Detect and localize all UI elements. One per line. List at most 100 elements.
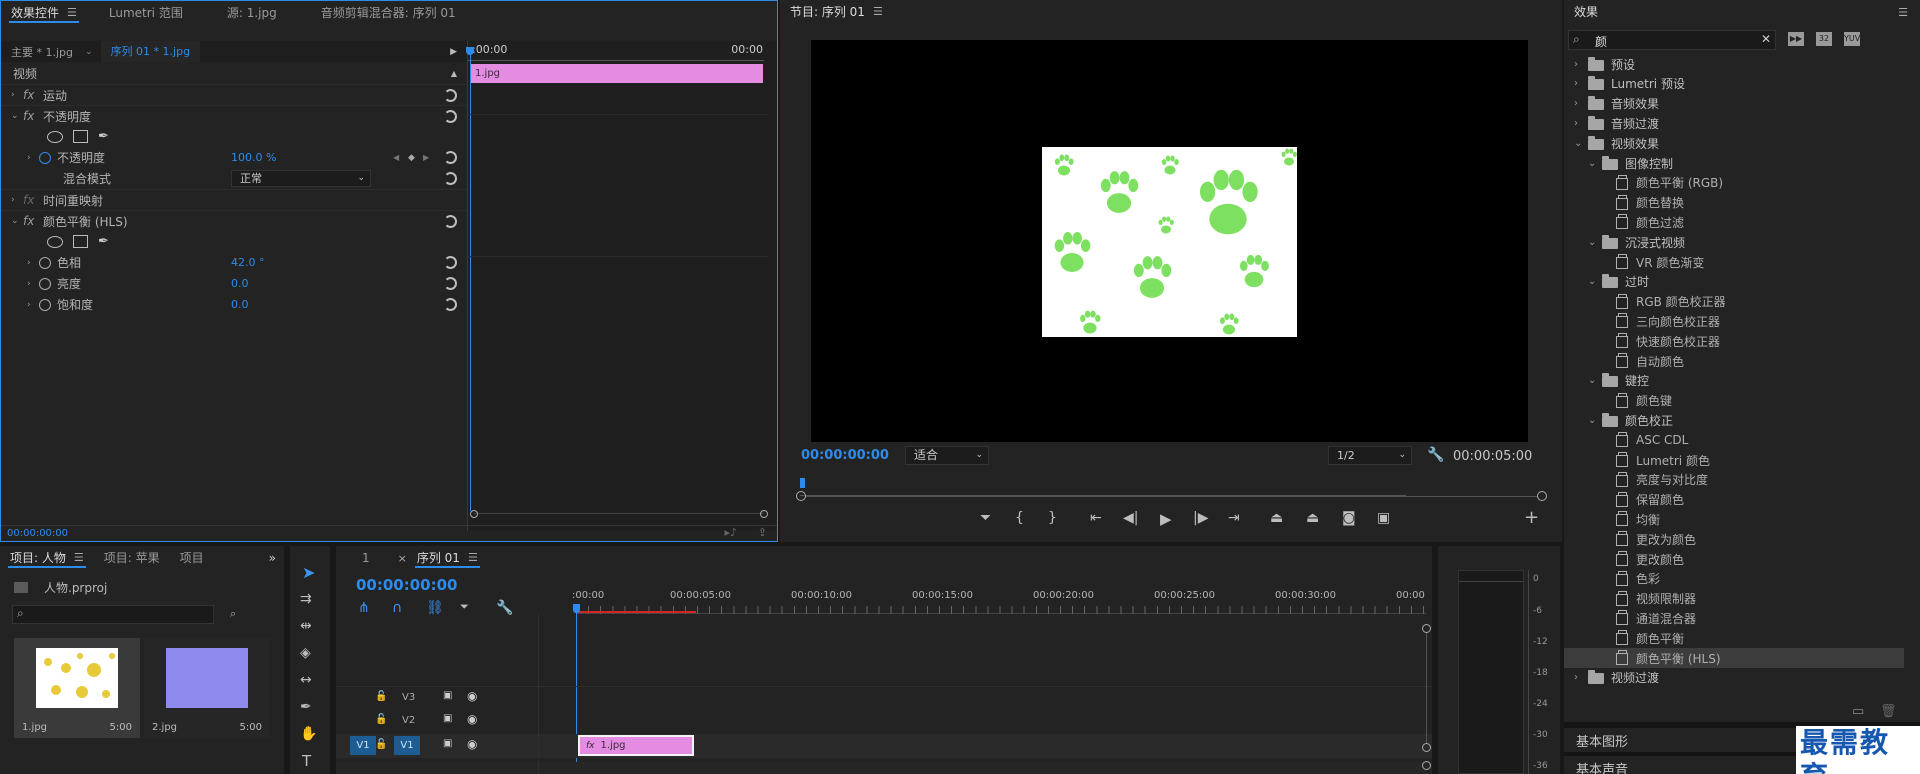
effects-folder[interactable]: › 音频过渡 xyxy=(1564,113,1904,133)
effects-item[interactable]: 视频限制器 xyxy=(1564,589,1904,609)
reset-icon[interactable] xyxy=(444,89,457,102)
expand-icon[interactable]: › xyxy=(27,258,39,268)
effects-item[interactable]: 自动颜色 xyxy=(1564,351,1904,371)
timeline-playhead-head[interactable] xyxy=(573,604,580,613)
yuv-effects-icon[interactable]: YUV xyxy=(1844,32,1860,46)
eye-icon[interactable]: ◉ xyxy=(467,737,477,751)
effects-folder[interactable]: ⌄ 过时 xyxy=(1564,272,1904,292)
vscroll-handle[interactable] xyxy=(1422,761,1431,770)
tab-audio-clip-mixer[interactable]: 音频剪辑混合器: 序列 01 xyxy=(311,1,466,25)
ec-playhead-head[interactable] xyxy=(466,47,474,55)
lock-icon[interactable]: 🔓 xyxy=(375,739,387,750)
prev-keyframe-icon[interactable]: ◀ xyxy=(393,153,399,162)
new-bin-icon[interactable]: ▭ xyxy=(1852,704,1864,719)
effects-folder[interactable]: ⌄ 键控 xyxy=(1564,371,1904,391)
effects-folder[interactable]: › 音频效果 xyxy=(1564,94,1904,114)
pen-tool-icon[interactable]: ✒ xyxy=(300,699,312,715)
reset-icon[interactable] xyxy=(444,110,457,123)
reset-icon[interactable] xyxy=(444,256,457,269)
effects-folder[interactable]: ⌄ 沉浸式视频 xyxy=(1564,232,1904,252)
opacity-value[interactable]: 100.0 % xyxy=(231,151,276,164)
hand-tool-icon[interactable]: ✋ xyxy=(300,726,317,742)
sync-lock-icon[interactable]: ▣ xyxy=(443,713,452,724)
effects-item[interactable]: ASC CDL xyxy=(1564,430,1904,450)
vscroll-handle-top[interactable] xyxy=(1422,624,1431,633)
export-frame-icon[interactable]: ◙ xyxy=(1342,510,1356,526)
tab-program[interactable]: 节目: 序列 01 ☰ xyxy=(780,0,893,24)
pen-mask-icon[interactable]: ✒ xyxy=(98,234,109,249)
thumb-item[interactable]: 2.jpg 5:00 xyxy=(144,638,270,738)
stopwatch-icon[interactable] xyxy=(39,256,51,269)
sync-lock-icon[interactable]: ▣ xyxy=(443,690,452,701)
lift-icon[interactable]: ⏏ xyxy=(1270,510,1283,526)
effects-item[interactable]: Lumetri 颜色 xyxy=(1564,450,1904,470)
effects-item[interactable]: 更改为颜色 xyxy=(1564,529,1904,549)
effects-item[interactable]: VR 颜色渐变 xyxy=(1564,252,1904,272)
export-icon[interactable]: ⇪ xyxy=(758,526,767,539)
audio-filter-icon[interactable]: ▸♪ xyxy=(724,526,737,539)
menu-icon[interactable]: ☰ xyxy=(67,1,77,25)
slip-tool-icon[interactable]: ↔ xyxy=(300,672,312,688)
reset-icon[interactable] xyxy=(444,298,457,311)
reset-icon[interactable] xyxy=(444,215,457,228)
program-viewer[interactable] xyxy=(811,40,1528,442)
tab-project-apple[interactable]: 项目: 苹果 xyxy=(94,546,170,570)
zoom-handle-left[interactable] xyxy=(796,491,806,501)
delete-icon[interactable]: 🗑 xyxy=(1880,704,1897,719)
effects-folder[interactable]: › 预设 xyxy=(1564,54,1904,74)
effect-color-balance-hls[interactable]: ⌄ fx 颜色平衡 (HLS) xyxy=(1,210,467,231)
effects-item[interactable]: 色彩 xyxy=(1564,569,1904,589)
collapse-icon[interactable]: ⌄ xyxy=(1588,276,1602,287)
effects-folder[interactable]: ⌄ 颜色校正 xyxy=(1564,410,1904,430)
stopwatch-icon[interactable] xyxy=(39,151,51,164)
snap-icon[interactable]: ∩ xyxy=(392,600,402,616)
tab-sequence-1[interactable]: 1 xyxy=(352,546,380,570)
timeline-clip[interactable]: fx 1.jpg xyxy=(578,735,694,756)
playhead-marker[interactable] xyxy=(800,478,805,488)
basic-sound-label[interactable]: 基本声音 xyxy=(1576,759,1628,774)
effects-search-field[interactable]: ⌕ 颜 ✕ xyxy=(1568,30,1776,50)
tab-lumetri-scopes[interactable]: Lumetri 范围 xyxy=(99,1,193,25)
ec-clip-bar[interactable]: 1.jpg xyxy=(471,64,763,83)
thumb-item[interactable]: 1.jpg 5:00 xyxy=(14,638,140,738)
collapse-icon[interactable]: ▲ xyxy=(451,69,457,78)
more-tabs-icon[interactable]: » xyxy=(269,551,276,565)
collapse-icon[interactable]: ⌄ xyxy=(11,216,23,226)
effects-folder[interactable]: ⌄ 图像控制 xyxy=(1564,153,1904,173)
effect-time-remap[interactable]: › fx 时间重映射 xyxy=(1,189,467,210)
effects-item[interactable]: 颜色过滤 xyxy=(1564,212,1904,232)
nest-toggle-icon[interactable]: ⋔ xyxy=(358,600,370,616)
program-scrub-bar[interactable] xyxy=(800,478,1406,496)
tab-effect-controls[interactable]: 效果控件 ☰ xyxy=(1,1,87,25)
source-patch-v1[interactable]: V1 xyxy=(350,736,376,755)
reset-icon[interactable] xyxy=(444,172,457,185)
type-tool-icon[interactable]: T xyxy=(302,752,311,770)
expand-icon[interactable]: › xyxy=(27,300,39,310)
fx-icon[interactable]: fx xyxy=(23,214,43,228)
pen-mask-icon[interactable]: ✒ xyxy=(98,129,109,144)
effects-item[interactable]: 颜色平衡 (HLS) xyxy=(1564,648,1904,668)
collapse-icon[interactable]: ⌄ xyxy=(1588,375,1602,386)
work-area-bar[interactable] xyxy=(576,611,696,613)
track-target-v1[interactable]: V1 xyxy=(394,736,420,755)
tab-sequence-01[interactable]: 序列 01 ☰ xyxy=(407,546,488,570)
step-back-icon[interactable]: ◀| xyxy=(1123,510,1138,526)
effects-folder[interactable]: › 视频过渡 xyxy=(1564,668,1904,688)
wrench-icon[interactable]: 🔧 xyxy=(1427,447,1444,463)
effects-folder[interactable]: ⌄ 视频效果 xyxy=(1564,133,1904,153)
expand-icon[interactable]: › xyxy=(1574,59,1588,70)
stopwatch-icon[interactable] xyxy=(39,298,51,311)
scroll-handle-right[interactable] xyxy=(760,510,768,518)
program-timecode[interactable]: 00:00:00:00 xyxy=(801,448,889,463)
effects-item[interactable]: 均衡 xyxy=(1564,509,1904,529)
scroll-handle-left[interactable] xyxy=(470,510,478,518)
timeline-ruler[interactable]: :00:00 00:00:05:00 00:00:10:00 00:00:15:… xyxy=(572,584,1426,614)
saturation-value[interactable]: 0.0 xyxy=(231,298,249,311)
go-to-in-icon[interactable]: ⇤ xyxy=(1090,510,1102,526)
tab-project-people[interactable]: 项目: 人物 ☰ xyxy=(0,546,94,570)
basic-graphics-label[interactable]: 基本图形 xyxy=(1576,731,1628,750)
menu-icon[interactable]: ☰ xyxy=(1898,6,1908,19)
vscroll-handle-bottom[interactable] xyxy=(1422,743,1431,752)
effects-item[interactable]: 颜色替换 xyxy=(1564,193,1904,213)
reset-icon[interactable] xyxy=(444,151,457,164)
